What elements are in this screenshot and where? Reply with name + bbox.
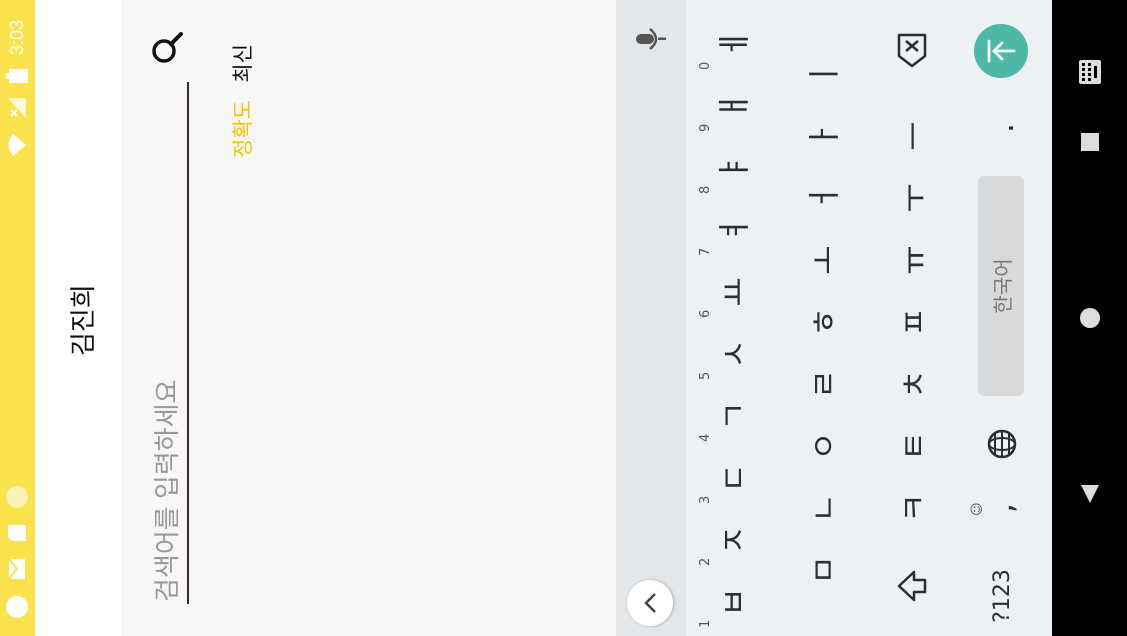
key-row-3: ㅋ ㅌ ㅊ ㅍ ㅠ ㅜ ㅡ (876, 0, 956, 636)
search-input[interactable] (147, 82, 189, 604)
key[interactable]: ㅓ (786, 168, 858, 228)
key[interactable]: 9ㅐ (696, 76, 768, 136)
chevron-up-icon (644, 593, 656, 613)
key[interactable]: ㅜ (876, 168, 948, 228)
key[interactable]: 5ㅅ (696, 324, 768, 384)
shift-key[interactable] (876, 556, 948, 616)
key[interactable]: ㅁ (786, 540, 858, 600)
globe-icon (987, 429, 1017, 459)
wifi-icon (8, 134, 26, 157)
home-button[interactable] (1076, 304, 1104, 332)
keyboard: 1ㅂ 2ㅈ 3ㄷ 4ㄱ 5ㅅ 6ㅛ 7ㅕ 8ㅑ 9ㅐ 0ㅔ ㅁ ㄴ ㅇ ㄹ ㅎ … (616, 0, 1052, 636)
enter-key[interactable] (974, 24, 1028, 78)
key-row-4: ?123 ☺ , 한국어 . (966, 0, 1046, 636)
keyboard-switch-button[interactable] (1076, 58, 1104, 86)
page-title: 김진희 (69, 284, 99, 356)
space-key[interactable]: 한국어 (978, 176, 1024, 396)
screen: 3:03 김진희 정확도 최신 1ㅂ (0, 0, 1127, 636)
key[interactable]: ㅣ (786, 44, 858, 104)
language-key[interactable] (966, 414, 1038, 474)
key[interactable]: ㅡ (876, 106, 948, 166)
key[interactable]: 2ㅈ (696, 510, 768, 570)
recents-button[interactable] (1076, 128, 1104, 156)
symbols-key[interactable]: ?123 (966, 566, 1038, 626)
battery-icon (6, 69, 28, 84)
period-key[interactable]: . (966, 98, 1038, 158)
back-triangle-icon (1081, 485, 1099, 503)
key[interactable]: 8ㅑ (696, 138, 768, 198)
key[interactable]: ㅊ (876, 354, 948, 414)
backspace-key[interactable] (876, 20, 948, 80)
search-panel: 정확도 최신 (121, 0, 616, 636)
key[interactable]: ㄴ (786, 478, 858, 538)
recents-square-icon (1081, 133, 1099, 151)
key[interactable]: 3ㄷ (696, 448, 768, 508)
backspace-icon (897, 33, 927, 68)
sort-recent-button[interactable]: 최신 (227, 44, 257, 83)
key[interactable]: 0ㅔ (696, 14, 768, 74)
expand-toolbar-button[interactable] (627, 580, 673, 626)
mic-icon[interactable] (634, 24, 668, 54)
key[interactable]: ㅍ (876, 292, 948, 352)
no-signal-icon (8, 98, 26, 119)
key[interactable]: ㅇ (786, 416, 858, 476)
key[interactable]: ㄹ (786, 354, 858, 414)
arrow-up-icon (987, 39, 1016, 63)
circle-icon (6, 486, 28, 508)
sort-accuracy-button[interactable]: 정확도 (227, 100, 257, 158)
key[interactable]: 4ㄱ (696, 386, 768, 446)
status-time: 3:03 (6, 20, 27, 56)
keyboard-toolbar (616, 0, 686, 636)
key[interactable]: 7ㅕ (696, 200, 768, 260)
mail-icon (8, 558, 25, 580)
key-row-1: 1ㅂ 2ㅈ 3ㄷ 4ㄱ 5ㅅ 6ㅛ 7ㅕ 8ㅑ 9ㅐ 0ㅔ (696, 0, 776, 636)
key-row-2: ㅁ ㄴ ㅇ ㄹ ㅎ ㅗ ㅓ ㅏ ㅣ (786, 0, 866, 636)
status-bar: 3:03 (0, 0, 35, 636)
key[interactable]: ㅏ (786, 106, 858, 166)
sort-options: 정확도 최신 (227, 0, 267, 636)
back-button[interactable] (1076, 480, 1104, 508)
key[interactable]: ㅎ (786, 292, 858, 352)
key[interactable]: ㅗ (786, 230, 858, 290)
key[interactable]: ㅌ (876, 416, 948, 476)
home-circle-icon (1080, 308, 1100, 328)
navigation-bar (1052, 0, 1127, 636)
key[interactable]: ㅋ (876, 478, 948, 538)
search-icon[interactable] (149, 30, 185, 66)
key[interactable]: 6ㅛ (696, 262, 768, 322)
key[interactable]: ㅠ (876, 230, 948, 290)
notification-dot-icon (6, 596, 28, 618)
app-bar: 김진희 (35, 0, 121, 636)
comma-key[interactable]: ☺ , (966, 478, 1038, 538)
key[interactable]: 1ㅂ (696, 572, 768, 632)
shift-icon (897, 570, 927, 602)
sd-card-icon (8, 525, 26, 541)
emoji-icon: ☺ (970, 502, 985, 516)
keyboard-icon (1079, 60, 1101, 84)
